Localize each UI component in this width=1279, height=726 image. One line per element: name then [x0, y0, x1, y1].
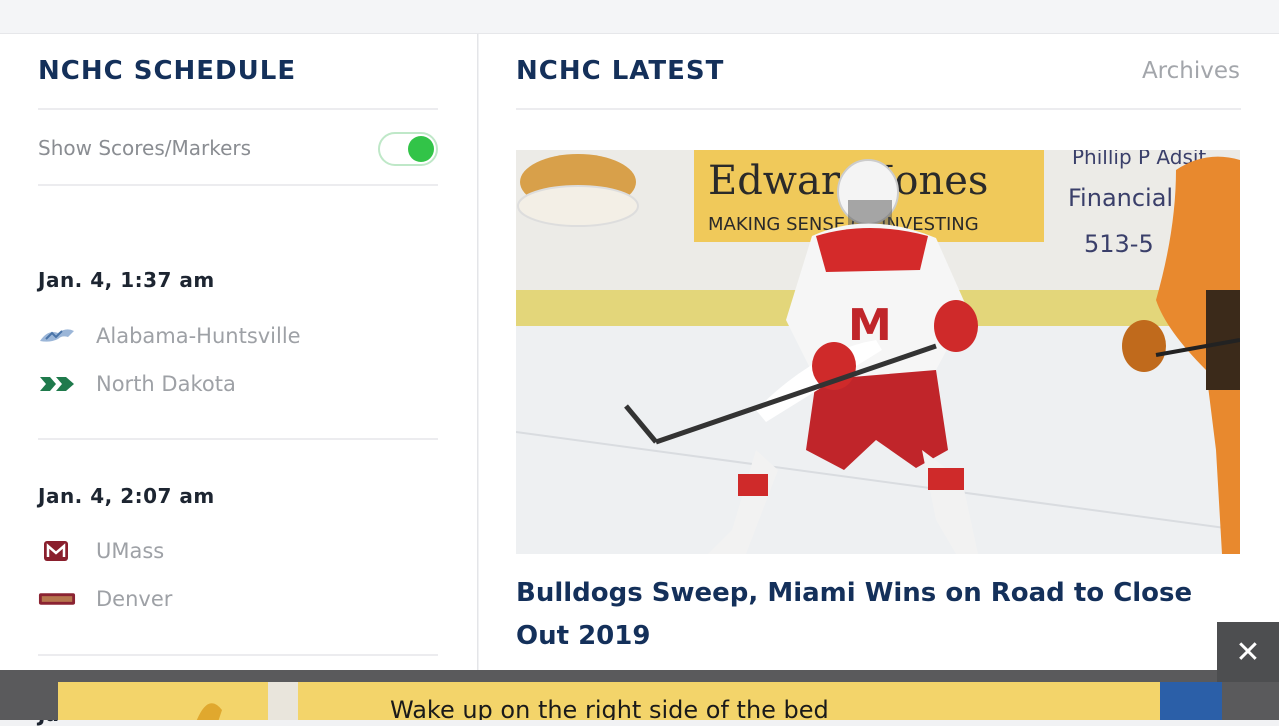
- team-row[interactable]: Denver: [38, 584, 418, 614]
- ad-text: Wake up on the right side of the bed: [390, 696, 829, 720]
- latest-panel: NCHC LATEST Archives Edward Jones MAKING…: [479, 34, 1279, 720]
- divider: [38, 184, 438, 186]
- top-bar: [0, 0, 1279, 34]
- north-dakota-logo-icon: [38, 371, 76, 397]
- ad-choices-icon[interactable]: [1160, 682, 1222, 720]
- divider: [516, 108, 1241, 110]
- divider: [38, 108, 438, 110]
- divider: [38, 438, 438, 440]
- game-time: Jan. 4, 1:37 am: [38, 268, 215, 292]
- team-row[interactable]: Alabama-Huntsville: [38, 321, 418, 351]
- close-icon: ✕: [1235, 634, 1261, 670]
- team-name: UMass: [96, 539, 165, 563]
- close-ad-button[interactable]: ✕: [1217, 622, 1279, 682]
- team-name: Denver: [96, 587, 173, 611]
- latest-title: NCHC LATEST: [516, 56, 725, 86]
- archives-link[interactable]: Archives: [1142, 58, 1240, 84]
- divider: [38, 654, 438, 656]
- toggle-label: Show Scores/Markers: [38, 136, 252, 160]
- schedule-panel: NCHC SCHEDULE Show Scores/Markers Jan. 4…: [0, 34, 478, 726]
- team-row[interactable]: North Dakota: [38, 369, 418, 399]
- scores-markers-toggle[interactable]: [378, 132, 438, 166]
- board-text: 513-5: [1084, 230, 1154, 258]
- team-name: Alabama-Huntsville: [96, 324, 301, 348]
- article-photo[interactable]: Edward Jones MAKING SENSE OF INVESTING P…: [516, 150, 1240, 554]
- team-name: North Dakota: [96, 372, 236, 396]
- umass-logo-icon: [38, 538, 76, 564]
- team-row[interactable]: UMass: [38, 536, 418, 566]
- toggle-knob: [408, 136, 434, 162]
- alabama-huntsville-logo-icon: [38, 323, 76, 349]
- ad-creative[interactable]: Wake up on the right side of the bed: [58, 682, 1160, 720]
- game-time: Jan. 4, 2:07 am: [38, 484, 215, 508]
- denver-logo-icon: [38, 586, 76, 612]
- article-headline[interactable]: Bulldogs Sweep, Miami Wins on Road to Cl…: [516, 572, 1226, 658]
- schedule-title: NCHC SCHEDULE: [38, 56, 297, 86]
